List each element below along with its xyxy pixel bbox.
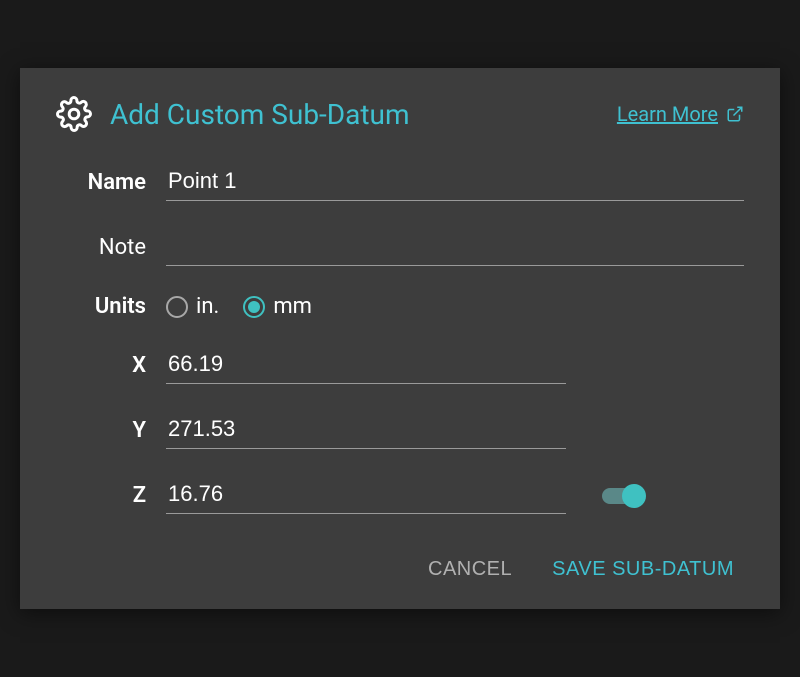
- z-label: Z: [56, 483, 166, 508]
- radio-unchecked-icon: [166, 296, 188, 318]
- units-row: Units in. mm: [56, 294, 744, 319]
- dialog-header: Add Custom Sub-Datum Learn More: [56, 96, 744, 132]
- unit-inches-option[interactable]: in.: [166, 294, 219, 319]
- toggle-thumb-icon: [622, 484, 646, 508]
- note-input[interactable]: [166, 229, 744, 266]
- dialog-title: Add Custom Sub-Datum: [110, 98, 410, 131]
- z-toggle-wrap: [602, 488, 642, 504]
- x-label: X: [56, 353, 166, 378]
- unit-inches-label: in.: [196, 294, 219, 319]
- learn-more-text: Learn More: [617, 102, 718, 126]
- name-label: Name: [56, 170, 166, 195]
- note-row: Note: [56, 229, 744, 266]
- y-label: Y: [56, 418, 166, 443]
- name-input[interactable]: [166, 164, 744, 201]
- gear-icon: [56, 96, 92, 132]
- y-input[interactable]: [166, 412, 566, 449]
- custom-sub-datum-dialog: Add Custom Sub-Datum Learn More Name Not…: [20, 68, 780, 609]
- y-row: Y: [56, 412, 744, 449]
- cancel-button[interactable]: CANCEL: [428, 558, 512, 581]
- z-row: Z: [56, 477, 744, 514]
- unit-mm-option[interactable]: mm: [243, 294, 312, 319]
- z-input[interactable]: [166, 477, 566, 514]
- external-link-icon: [726, 105, 744, 123]
- units-label: Units: [56, 294, 166, 319]
- header-left: Add Custom Sub-Datum: [56, 96, 410, 132]
- units-radio-group: in. mm: [166, 294, 312, 319]
- unit-mm-label: mm: [273, 294, 312, 319]
- dialog-actions: CANCEL SAVE SUB-DATUM: [56, 558, 744, 581]
- radio-checked-icon: [243, 296, 265, 318]
- note-label: Note: [56, 235, 166, 260]
- name-row: Name: [56, 164, 744, 201]
- learn-more-link[interactable]: Learn More: [617, 102, 744, 126]
- x-input[interactable]: [166, 347, 566, 384]
- radio-dot: [248, 301, 260, 313]
- x-row: X: [56, 347, 744, 384]
- save-button[interactable]: SAVE SUB-DATUM: [552, 558, 734, 581]
- z-toggle[interactable]: [602, 488, 642, 504]
